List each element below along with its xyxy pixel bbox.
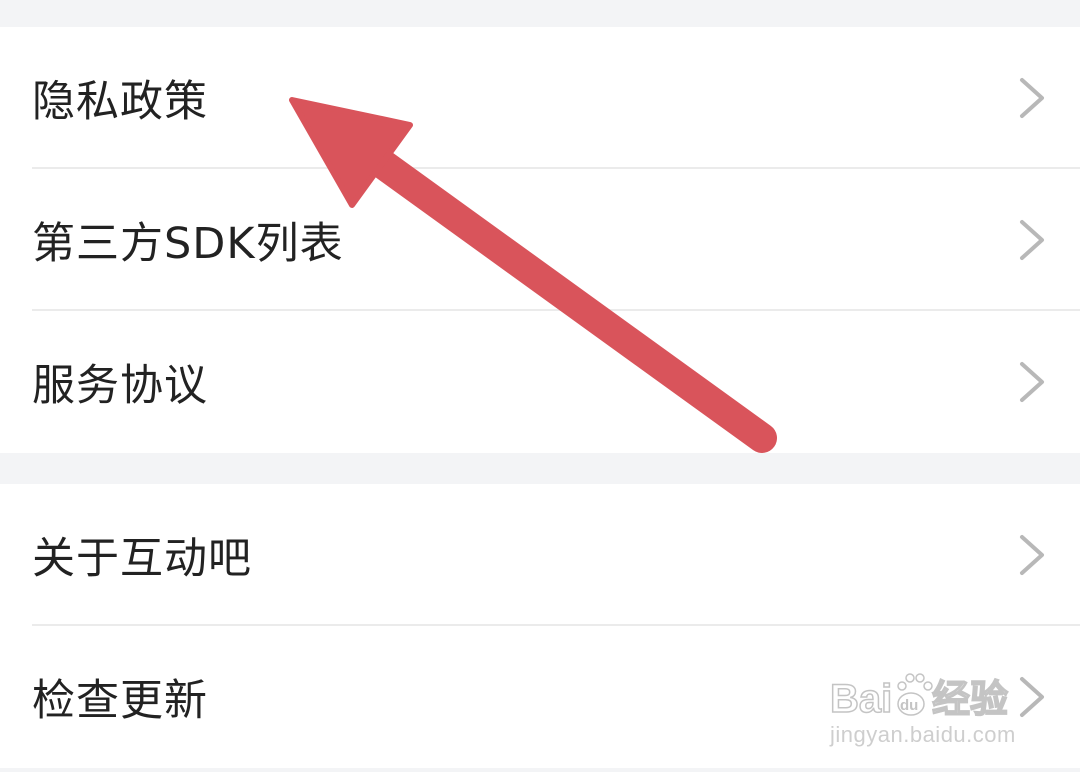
- third-party-sdk-list-row[interactable]: 第三方SDK列表: [0, 169, 1080, 311]
- chevron-right-icon: [1020, 362, 1044, 402]
- settings-group-about: 关于互动吧 检查更新: [0, 484, 1080, 768]
- privacy-policy-label: 隐私政策: [32, 77, 208, 127]
- chevron-right-icon: [1020, 220, 1044, 260]
- settings-group-legal: 隐私政策 第三方SDK列表 服务协议: [0, 27, 1080, 453]
- service-agreement-label: 服务协议: [32, 361, 208, 411]
- third-party-sdk-list-label: 第三方SDK列表: [32, 219, 344, 269]
- check-update-label: 检查更新: [32, 676, 208, 726]
- chevron-right-icon: [1020, 677, 1044, 717]
- service-agreement-row[interactable]: 服务协议: [0, 311, 1080, 453]
- privacy-policy-row[interactable]: 隐私政策: [0, 27, 1080, 169]
- chevron-right-icon: [1020, 78, 1044, 118]
- chevron-right-icon: [1020, 535, 1044, 575]
- about-label: 关于互动吧: [32, 534, 252, 584]
- check-update-row[interactable]: 检查更新: [0, 626, 1080, 768]
- about-row[interactable]: 关于互动吧: [0, 484, 1080, 626]
